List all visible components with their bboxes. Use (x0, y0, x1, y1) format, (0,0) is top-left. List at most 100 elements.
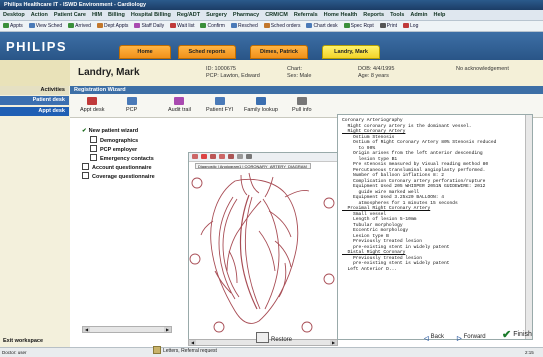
toolbar-appts[interactable]: Appts (0, 21, 26, 31)
clock-status: 2:15 (525, 350, 534, 355)
forward-button[interactable]: ▷ Forward (457, 332, 486, 344)
checklist-item-emergency-contacts[interactable]: Emergency contacts (90, 154, 154, 163)
patient-id: ID: 1000675 (206, 66, 236, 72)
checkbox[interactable] (82, 172, 89, 179)
sidebar-item-appt-desk[interactable]: Appt desk (0, 107, 69, 116)
menu-item-desktop[interactable]: Desktop (0, 10, 28, 20)
exit-workspace-button[interactable]: Exit workspace (0, 337, 72, 346)
checklist-item-account-questionnaire[interactable]: Account questionnaire (82, 163, 152, 172)
eraser-tool-icon[interactable] (237, 154, 243, 159)
checkbox[interactable] (82, 163, 89, 170)
audit-trail-icon (174, 97, 185, 105)
checklist-scrollbar[interactable]: ◀ ▶ (82, 326, 172, 333)
menu-item-crm-cm[interactable]: CRM/CM (262, 10, 291, 20)
menu-item-him[interactable]: HIM (89, 10, 105, 20)
menu-item-pharmacy[interactable]: Pharmacy (230, 10, 262, 20)
arteriography-report[interactable]: Coronary Arteriography Right coronary ar… (337, 114, 533, 340)
scroll-right-icon[interactable]: ▶ (164, 327, 171, 332)
annotation-marker[interactable] (323, 197, 335, 209)
marker-tool-icon[interactable] (201, 154, 207, 159)
image-tab[interactable]: Diagnostic | Angiogram1 | CORONARY_ARTER… (195, 163, 311, 169)
report-scrollbar[interactable] (525, 115, 532, 339)
tab-sched-reports[interactable]: Sched reports (178, 45, 236, 59)
tab-home[interactable]: Home (119, 45, 171, 59)
toolbar-view-sched[interactable]: View Sched (26, 21, 65, 31)
checkbox[interactable] (90, 136, 97, 143)
log-icon (403, 23, 410, 28)
scroll-left-icon[interactable]: ◀ (83, 327, 90, 332)
checklist-label: Account questionnaire (92, 165, 152, 171)
philips-logo: PHILIPS (6, 39, 68, 54)
menu-item-surgery[interactable]: Surgery (203, 10, 230, 20)
toolbar-label: Confirm (207, 23, 225, 29)
tab-patient-dimes[interactable]: Dimes, Patrick (250, 45, 308, 59)
annotation-marker[interactable] (213, 321, 225, 333)
restore-label: Restore (271, 337, 293, 343)
menu-item-home-health[interactable]: Home Health (321, 10, 361, 20)
arrived-icon (68, 23, 75, 28)
toolbar-log[interactable]: Log (400, 21, 421, 31)
report-line: Left Anterior D... (342, 266, 398, 272)
annotation-marker[interactable] (191, 177, 203, 189)
annotation-marker[interactable] (301, 321, 313, 333)
menu-item-billing[interactable]: Billing (105, 10, 128, 20)
menu-item-reports[interactable]: Reports (360, 10, 387, 20)
menu-item-action[interactable]: Action (28, 10, 51, 20)
menu-item-patient-care[interactable]: Patient Care (51, 10, 89, 20)
scroll-left-icon[interactable]: ◀ (189, 340, 196, 345)
toolbar-sched-orders[interactable]: Sched orders (261, 21, 304, 31)
menu-item-admin[interactable]: Admin (407, 10, 430, 20)
toolbar-label: Staff Daily (141, 23, 165, 29)
toolbar-confirm[interactable]: Confirm (197, 21, 228, 31)
toolbar-spec-rqst[interactable]: Spec Rqst (341, 21, 377, 31)
toolbar-arrived[interactable]: Arrived (65, 21, 94, 31)
appt-desk-button[interactable]: Appt desk (80, 97, 104, 113)
checklist-item-new-patient-wizard[interactable]: ✔ New patient wizard (82, 127, 138, 135)
menu-item-tools[interactable]: Tools (387, 10, 407, 20)
toolbar-print[interactable]: Print (377, 21, 400, 31)
checkbox[interactable] (90, 145, 97, 152)
sidebar-item-patient-desk[interactable]: Patient desk (0, 96, 69, 105)
sched-orders-icon (263, 23, 270, 28)
appts-icon (3, 23, 9, 28)
annotation-marker[interactable] (323, 273, 335, 285)
appt-desk-icon (87, 97, 98, 105)
pencil-tool-icon[interactable] (210, 154, 216, 159)
sidebar-item-activities[interactable]: Activities (0, 86, 69, 95)
line-tool-icon[interactable] (219, 154, 225, 159)
menu-item-reg-adt[interactable]: Reg/ADT (174, 10, 203, 20)
toolbar-dept-appts[interactable]: Dept Appts (94, 21, 131, 31)
toolbar-chart-desk[interactable]: Chart desk (303, 21, 340, 31)
back-button[interactable]: ◁ Back (424, 332, 444, 344)
checklist-item-demographics[interactable]: Demographics (90, 136, 138, 145)
view-sched-icon (28, 23, 35, 28)
audit-trail-button[interactable]: Audit trail (168, 97, 191, 113)
finish-button[interactable]: ✔ Finish (502, 330, 532, 341)
pull-info-button[interactable]: Pull info (292, 97, 312, 113)
menu-bar: Desktop Action Patient Care HIM Billing Hospi… (0, 10, 543, 21)
family-lookup-button[interactable]: Family lookup (244, 97, 278, 113)
patient-age: Age: 8 years (358, 73, 389, 79)
checklist-label: PCP employer (100, 147, 138, 153)
checklist-item-coverage-questionnaire[interactable]: Coverage questionnaire (82, 172, 155, 181)
menu-item-help[interactable]: Help (430, 10, 448, 20)
toolbar-resched[interactable]: Resched (228, 21, 261, 31)
toolbar-wait-list[interactable]: Wait list (167, 21, 197, 31)
scroll-right-icon[interactable]: ▶ (330, 340, 337, 345)
pull-info-icon (296, 97, 307, 105)
menu-item-referrals[interactable]: Referrals (291, 10, 321, 20)
menu-item-hospital-billing[interactable]: Hospital Billing (128, 10, 174, 20)
text-tool-icon[interactable] (246, 154, 252, 159)
pen-tool-icon[interactable] (192, 154, 198, 159)
arrow-tool-icon[interactable] (228, 154, 234, 159)
patient-fyi-button[interactable]: Patient FYI (206, 97, 233, 113)
restore-button[interactable]: Restore (256, 332, 292, 345)
checkbox[interactable] (90, 154, 97, 161)
tab-patient-landry[interactable]: Landry, Mark (322, 45, 380, 59)
status-left: Doctor: user (0, 347, 70, 357)
annotation-marker[interactable] (189, 253, 201, 265)
pcp-button[interactable]: PCP (126, 97, 137, 113)
toolbar-staff-daily[interactable]: Staff Daily (131, 21, 167, 31)
wizard-title: Registration Wizard (70, 86, 543, 94)
checklist-item-pcp-employer[interactable]: PCP employer (90, 145, 137, 154)
